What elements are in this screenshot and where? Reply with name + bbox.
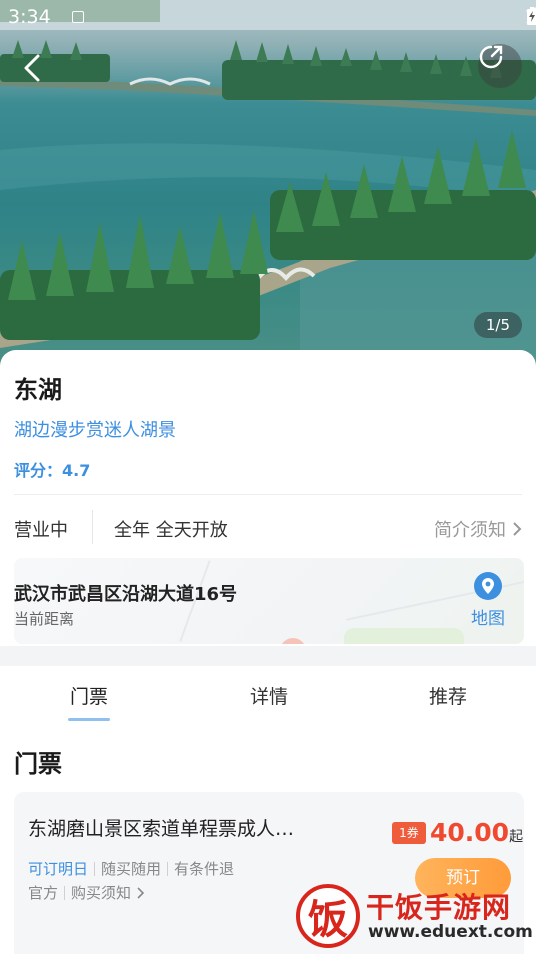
chevron-right-icon (513, 522, 522, 536)
purchase-notice-link[interactable]: 购买须知 (71, 882, 131, 903)
tab-bar: 门票 详情 推荐 (0, 666, 536, 730)
section-title: 门票 (14, 750, 62, 778)
tag: 有条件退 (174, 860, 235, 878)
ticket-name: 东湖磨山景区索道单程票成人… (28, 818, 295, 840)
page: 3:34 1/5 东湖 湖边漫步赏迷人湖景 评分：4.7 营业中 全年 全天开放… (0, 0, 536, 954)
open-hours: 全年 全天开放 (114, 520, 228, 541)
map-park (344, 628, 464, 644)
price: 40.00起 (430, 818, 523, 847)
active-tab-indicator (68, 718, 110, 721)
notification-icon (72, 11, 84, 23)
tab-tickets[interactable]: 门票 (29, 682, 149, 709)
map-button[interactable]: 地图 (460, 572, 516, 629)
status-time: 3:34 (8, 6, 51, 28)
price-value: 40.00 (430, 818, 510, 847)
chevron-right-icon (137, 886, 145, 899)
share-icon (479, 45, 503, 69)
info-card: 东湖 湖边漫步赏迷人湖景 评分：4.7 营业中 全年 全天开放 简介须知 武汉市… (0, 350, 536, 646)
distance-label: 当前距离 (14, 610, 75, 628)
tab-details[interactable]: 详情 (209, 682, 329, 709)
address-map-box[interactable]: 武汉市武昌区沿湖大道16号 当前距离 地图 (14, 558, 524, 644)
rating: 评分：4.7 (14, 461, 91, 480)
chevron-left-icon (24, 54, 40, 82)
tab-recommend[interactable]: 推荐 (388, 682, 508, 709)
hero-image[interactable]: 3:34 1/5 (0, 0, 536, 372)
address: 武汉市武昌区沿湖大道16号 (14, 584, 238, 605)
intro-link-label: 简介须知 (434, 520, 506, 541)
map-marker (280, 638, 306, 644)
ticket-tags-secondary: 官方 购买须知 (28, 882, 145, 903)
watermark-url: www.eduext.com (368, 922, 533, 942)
open-status: 营业中 (14, 520, 68, 541)
ticket-tags: 可订明日 随买随用 有条件退 (28, 858, 234, 879)
divider (92, 510, 93, 544)
coupon-badge: 1券 (392, 822, 426, 844)
tag-separator (64, 885, 66, 900)
tag: 可订明日 (28, 860, 89, 878)
watermark: 饭 干饭手游网 www.eduext.com (296, 880, 536, 954)
watermark-logo: 饭 (296, 884, 360, 948)
tag: 官方 (28, 884, 59, 902)
section-gap (0, 646, 536, 666)
tag-separator (94, 861, 96, 876)
image-pager: 1/5 (473, 312, 522, 338)
back-button[interactable] (16, 50, 52, 86)
price-unit: 起 (509, 829, 524, 845)
map-label: 地图 (471, 609, 505, 629)
intro-link[interactable]: 简介须知 (434, 516, 522, 542)
battery-icon (527, 7, 536, 25)
tag-separator (167, 861, 169, 876)
watermark-title: 干饭手游网 (366, 891, 512, 924)
share-button[interactable] (478, 44, 522, 88)
lake-scenery-illustration (0, 0, 536, 372)
divider (14, 494, 522, 495)
slogan: 湖边漫步赏迷人湖景 (14, 420, 176, 441)
page-title: 东湖 (14, 376, 62, 404)
tag: 随买随用 (101, 860, 162, 878)
location-pin-icon (474, 572, 502, 600)
status-bar: 3:34 (0, 0, 536, 34)
